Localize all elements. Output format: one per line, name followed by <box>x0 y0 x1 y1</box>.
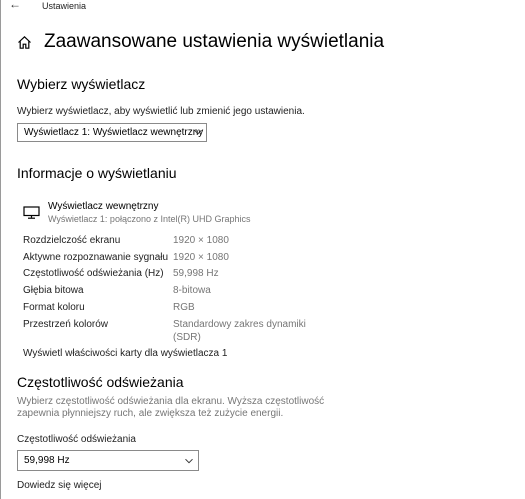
home-icon[interactable] <box>17 35 32 50</box>
refresh-rate-field-label: Częstotliwość odświeżania <box>17 434 136 445</box>
page-title: Zaawansowane ustawienia wyświetlania <box>44 31 385 52</box>
adapter-properties-link[interactable]: Wyświetl właściwości karty dla wyświetla… <box>23 348 227 359</box>
window-edge <box>0 0 1 499</box>
refresh-rate-description-line2: zapewnia płynniejszy ruch, ale zwiększa … <box>17 408 284 419</box>
info-value-active-signal: 1920 × 1080 <box>173 252 229 263</box>
chevron-down-icon <box>185 458 193 464</box>
display-select-value: Wyświetlacz 1: Wyświetlacz wewnętrzny <box>24 127 204 138</box>
display-info-heading: Informacje o wyświetlaniu <box>17 165 177 181</box>
monitor-icon <box>23 206 40 219</box>
back-arrow-icon[interactable]: ← <box>9 0 27 11</box>
info-value-resolution: 1920 × 1080 <box>173 235 229 246</box>
refresh-rate-select-value: 59,998 Hz <box>24 455 70 466</box>
info-label-bit-depth: Głębia bitowa <box>23 285 84 296</box>
app-title: Ustawienia <box>42 1 87 11</box>
info-value-bit-depth: 8-bitowa <box>173 285 211 296</box>
refresh-rate-description-line1: Wybierz częstotliwość odświeżania dla ek… <box>17 396 325 407</box>
monitor-connection: Wyświetlacz 1: połączono z Intel(R) UHD … <box>48 214 251 224</box>
info-label-active-signal: Aktywne rozpoznawanie sygnału <box>23 252 169 263</box>
info-label-color-space: Przestrzeń kolorów <box>23 319 109 330</box>
title-bar: ← Ustawienia <box>0 0 525 14</box>
choose-display-description: Wybierz wyświetlacz, aby wyświetlić lub … <box>17 106 305 117</box>
info-label-resolution: Rozdzielczość ekranu <box>23 235 121 246</box>
info-value-color-format: RGB <box>173 302 195 313</box>
info-value-color-space: Standardowy zakres dynamiki <box>173 319 306 330</box>
monitor-name: Wyświetlacz wewnętrzny <box>48 201 159 212</box>
choose-display-heading: Wybierz wyświetlacz <box>17 76 146 92</box>
info-value-refresh-rate: 59,998 Hz <box>173 268 219 279</box>
settings-window: ← Ustawienia Zaawansowane ustawienia wyś… <box>0 0 525 499</box>
info-value-color-space-line2: (SDR) <box>173 332 201 343</box>
display-select-dropdown[interactable]: Wyświetlacz 1: Wyświetlacz wewnętrzny <box>17 123 207 142</box>
refresh-rate-heading: Częstotliwość odświeżania <box>17 374 184 390</box>
chevron-down-icon <box>194 129 202 135</box>
refresh-rate-select-dropdown[interactable]: 59,998 Hz <box>17 450 199 471</box>
info-label-refresh-rate: Częstotliwość odświeżania (Hz) <box>23 268 164 279</box>
info-label-color-format: Format koloru <box>23 302 85 313</box>
learn-more-link[interactable]: Dowiedz się więcej <box>17 480 101 491</box>
